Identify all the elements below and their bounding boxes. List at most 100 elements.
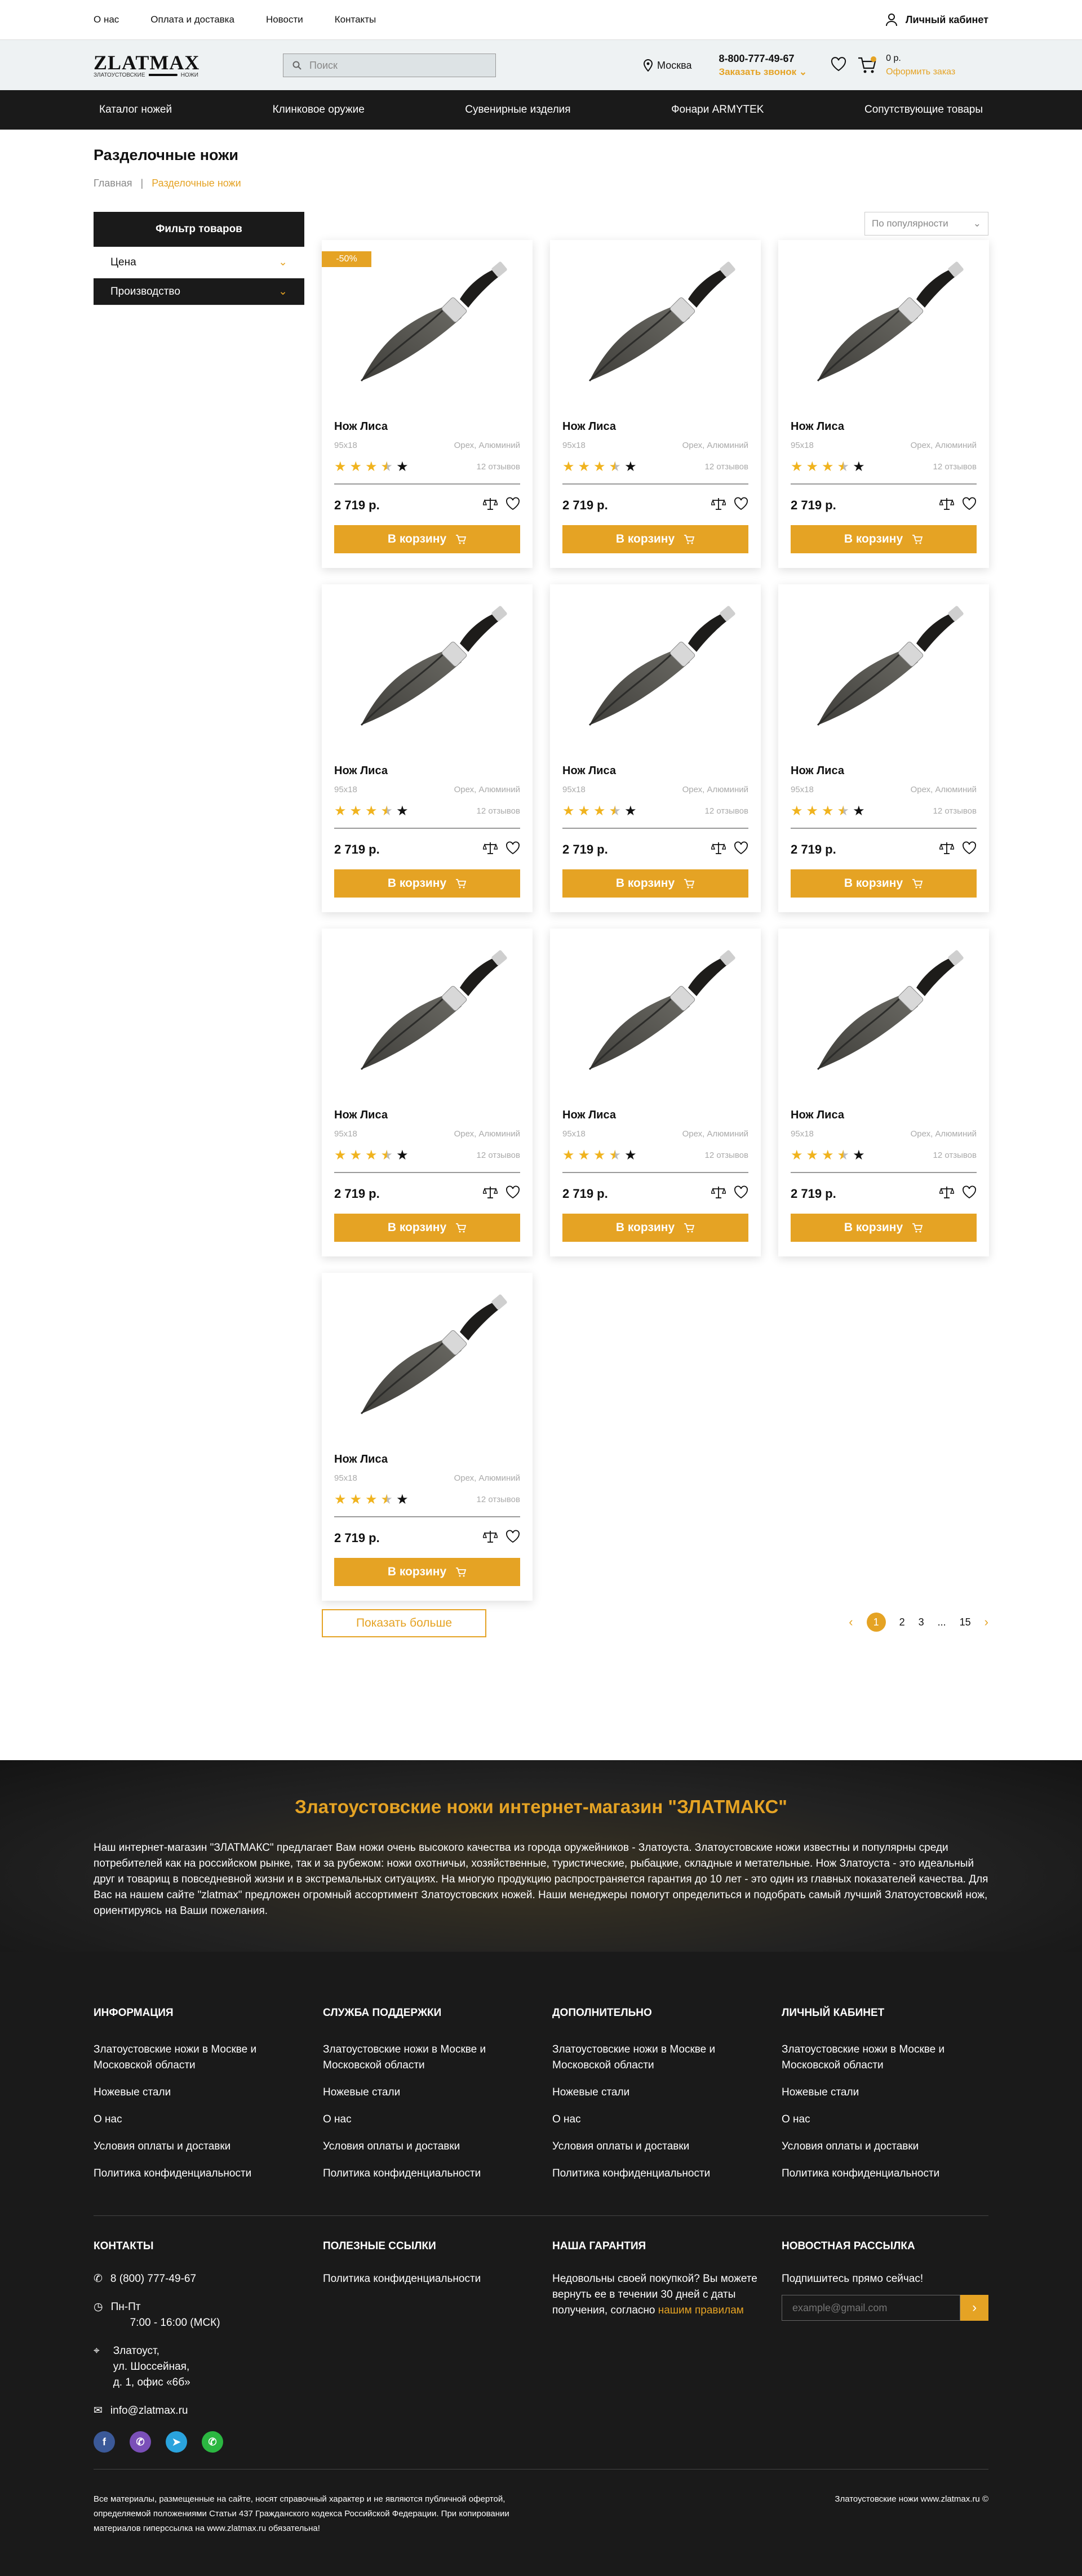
filter-maker[interactable]: Производство ⌄ (94, 278, 304, 305)
footer-link[interactable]: Ножевые стали (94, 2085, 323, 2100)
product-image[interactable] (350, 1284, 508, 1425)
favorites-button[interactable] (831, 56, 846, 74)
facebook-icon[interactable]: f (94, 2431, 115, 2453)
compare-icon[interactable] (711, 497, 726, 510)
product-name[interactable]: Нож Лиса (791, 1109, 844, 1122)
footer-link[interactable]: Политика конфиденциальности (782, 2166, 988, 2182)
product-card[interactable]: Нож Лиса 95х18 Орех, Алюминий ★ ★ ★ ★ ★ 12 отзыв… (322, 584, 533, 912)
compare-icon[interactable] (483, 497, 498, 510)
footer-link[interactable]: О нас (782, 2112, 988, 2128)
review-count[interactable]: 12 отзывов (704, 806, 748, 816)
product-image[interactable] (350, 251, 508, 392)
heart-icon[interactable] (734, 841, 748, 855)
nav-item-blades[interactable]: Клинковое оружие (273, 104, 365, 116)
footer-link[interactable]: Златоустовские ножи в Москве и Московско… (94, 2042, 323, 2073)
cabinet-link[interactable]: Личный кабинет (885, 13, 988, 26)
footer-link[interactable]: Златоустовские ножи в Москве и Московско… (782, 2042, 988, 2073)
top-link-contacts[interactable]: Контакты (335, 14, 376, 25)
breadcrumb-home[interactable]: Главная (94, 177, 132, 189)
product-card[interactable]: Нож Лиса 95х18 Орех, Алюминий ★ ★ ★ ★ ★ 12 отзыв… (322, 1273, 533, 1601)
footer-link[interactable]: Ножевые стали (552, 2085, 782, 2100)
city-selector[interactable]: Москва (644, 59, 691, 72)
contact-phone[interactable]: ✆ 8 (800) 777-49-67 (94, 2271, 323, 2287)
product-name[interactable]: Нож Лиса (334, 765, 388, 778)
add-to-cart-button[interactable]: В корзину (562, 1214, 748, 1242)
next-page-icon[interactable]: › (985, 1615, 988, 1629)
footer-link[interactable]: Ножевые стали (323, 2085, 552, 2100)
cart-button[interactable]: 0 р. Оформить заказ (858, 52, 955, 79)
footer-link[interactable]: Условия оплаты и доставки (782, 2139, 988, 2155)
heart-icon[interactable] (962, 841, 977, 855)
add-to-cart-button[interactable]: В корзину (562, 869, 748, 898)
add-to-cart-button[interactable]: В корзину (334, 1214, 520, 1242)
review-count[interactable]: 12 отзывов (704, 462, 748, 472)
heart-icon[interactable] (962, 1185, 977, 1199)
footer-link[interactable]: О нас (323, 2112, 552, 2128)
heart-icon[interactable] (505, 841, 520, 855)
review-count[interactable]: 12 отзывов (476, 1151, 520, 1160)
newsletter-email-input[interactable] (782, 2295, 961, 2321)
product-name[interactable]: Нож Лиса (791, 765, 844, 778)
sort-select[interactable]: По популярности ⌄ (864, 212, 988, 236)
footer-link[interactable]: О нас (94, 2112, 323, 2128)
review-count[interactable]: 12 отзывов (704, 1151, 748, 1160)
prev-page-icon[interactable]: ‹ (849, 1615, 853, 1629)
newsletter-submit-button[interactable]: › (960, 2295, 988, 2321)
whatsapp-icon[interactable]: ✆ (202, 2431, 223, 2453)
top-link-delivery[interactable]: Оплата и доставка (150, 14, 234, 25)
compare-icon[interactable] (711, 1185, 726, 1199)
heart-icon[interactable] (505, 497, 520, 510)
nav-item-souvenirs[interactable]: Сувенирные изделия (465, 104, 570, 116)
footer-link[interactable]: Златоустовские ножи в Москве и Московско… (323, 2042, 552, 2073)
add-to-cart-button[interactable]: В корзину (791, 869, 977, 898)
nav-item-knives[interactable]: Каталог ножей (99, 104, 172, 116)
compare-icon[interactable] (483, 1185, 498, 1199)
telegram-icon[interactable]: ➤ (166, 2431, 187, 2453)
review-count[interactable]: 12 отзывов (933, 462, 977, 472)
heart-icon[interactable] (734, 1185, 748, 1199)
footer-link[interactable]: Златоустовские ножи в Москве и Московско… (552, 2042, 782, 2073)
product-image[interactable] (578, 940, 736, 1081)
compare-icon[interactable] (483, 841, 498, 855)
review-count[interactable]: 12 отзывов (476, 462, 520, 472)
page-15[interactable]: 15 (960, 1616, 971, 1628)
product-name[interactable]: Нож Лиса (334, 1109, 388, 1122)
compare-icon[interactable] (939, 1185, 954, 1199)
product-card[interactable]: Нож Лиса 95х18 Орех, Алюминий ★ ★ ★ ★ ★ 12 отзыв… (322, 929, 533, 1256)
add-to-cart-button[interactable]: В корзину (334, 869, 520, 898)
add-to-cart-button[interactable]: В корзину (334, 525, 520, 553)
filter-price[interactable]: Цена ⌄ (94, 247, 304, 278)
nav-item-flashlights[interactable]: Фонари ARMYTEK (671, 104, 764, 116)
product-name[interactable]: Нож Лиса (562, 765, 616, 778)
heart-icon[interactable] (505, 1185, 520, 1199)
product-name[interactable]: Нож Лиса (791, 420, 844, 433)
footer-link[interactable]: Политика конфиденциальности (323, 2166, 552, 2182)
add-to-cart-button[interactable]: В корзину (791, 525, 977, 553)
product-card[interactable]: Нож Лиса 95х18 Орех, Алюминий ★ ★ ★ ★ ★ 12 отзыв… (778, 584, 989, 912)
useful-link[interactable]: Политика конфиденциальности (323, 2271, 552, 2287)
footer-link[interactable]: Условия оплаты и доставки (323, 2139, 552, 2155)
guarantee-link[interactable]: нашим правилам (658, 2304, 744, 2316)
compare-icon[interactable] (939, 841, 954, 855)
contact-email[interactable]: ✉ info@zlatmax.ru (94, 2403, 323, 2419)
product-image[interactable] (350, 596, 508, 736)
page-2[interactable]: 2 (899, 1616, 905, 1628)
product-card[interactable]: -50% Нож Лиса 95х18 Орех, Алюминий ★ ★ ★ ★ ★ 12 о… (322, 240, 533, 568)
nav-item-accessories[interactable]: Сопутствующие товары (864, 104, 983, 116)
viber-icon[interactable]: ✆ (130, 2431, 151, 2453)
heart-icon[interactable] (962, 497, 977, 510)
review-count[interactable]: 12 отзывов (933, 806, 977, 816)
product-card[interactable]: Нож Лиса 95х18 Орех, Алюминий ★ ★ ★ ★ ★ 12 отзыв… (550, 584, 761, 912)
top-link-about[interactable]: О нас (94, 14, 119, 25)
product-name[interactable]: Нож Лиса (562, 420, 616, 433)
checkout-link[interactable]: Оформить заказ (886, 65, 955, 79)
add-to-cart-button[interactable]: В корзину (334, 1558, 520, 1586)
product-image[interactable] (806, 596, 964, 736)
page-1[interactable]: 1 (866, 1613, 886, 1632)
product-image[interactable] (806, 251, 964, 392)
product-image[interactable] (806, 940, 964, 1081)
product-image[interactable] (578, 596, 736, 736)
footer-link[interactable]: О нас (552, 2112, 782, 2128)
page-3[interactable]: 3 (919, 1616, 924, 1628)
product-card[interactable]: Нож Лиса 95х18 Орех, Алюминий ★ ★ ★ ★ ★ 12 отзыв… (778, 240, 989, 568)
